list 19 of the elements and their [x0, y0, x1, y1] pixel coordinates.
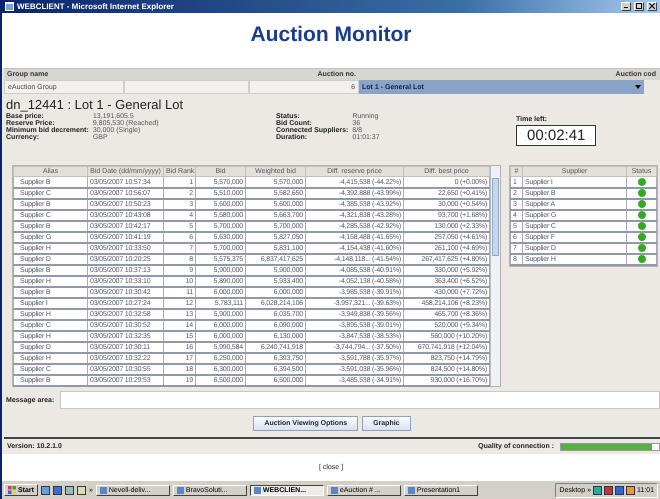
message-area-field[interactable]: [60, 391, 660, 410]
close-icon: [649, 3, 655, 10]
maximize-icon: [636, 3, 642, 10]
close-button[interactable]: [647, 2, 657, 11]
window-icon: [408, 486, 415, 494]
page-title: Auction Monitor: [250, 22, 412, 47]
caret-icon: [635, 85, 641, 90]
minimize-button[interactable]: [621, 2, 631, 11]
windows-logo-icon: [8, 486, 16, 494]
window-icon: [254, 486, 261, 494]
window-title: WEBCLIENT - Microsoft Internet Explorer: [17, 2, 175, 11]
lot-title: dn_12441 : Lot 1 - General Lot: [5, 96, 184, 114]
countdown-display: 00:02:41: [516, 125, 596, 146]
browser-icon: [5, 2, 14, 11]
window-icon: [330, 486, 338, 494]
scrollbar[interactable]: [490, 166, 500, 386]
window-icon: [176, 486, 184, 494]
window-icon: [100, 486, 107, 494]
maximize-button[interactable]: [634, 2, 644, 11]
